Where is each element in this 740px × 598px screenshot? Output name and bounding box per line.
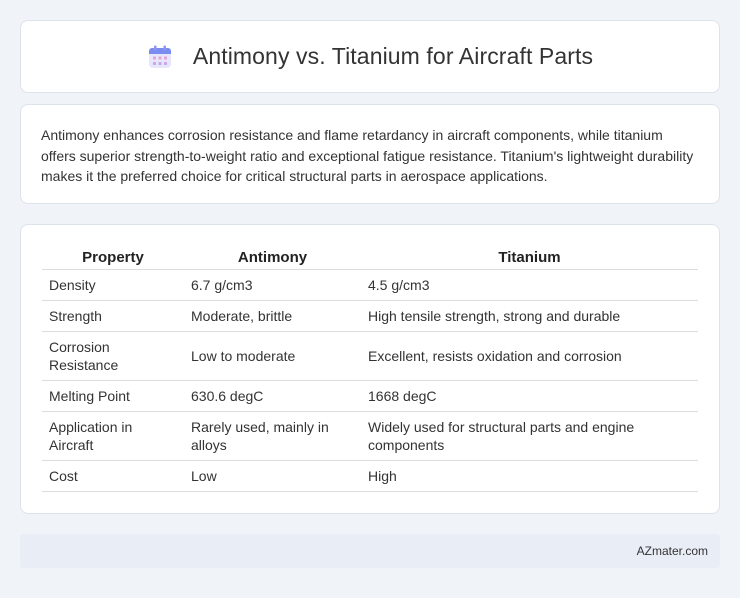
table-row: Corrosion Resistance Low to moderate Exc… <box>42 331 698 381</box>
footer-site-link[interactable]: AZmater.com <box>637 544 708 558</box>
antimony-cell: Low <box>184 460 361 492</box>
titanium-cell: High tensile strength, strong and durabl… <box>361 300 698 332</box>
antimony-cell: 6.7 g/cm3 <box>184 269 361 301</box>
column-header-property: Property <box>42 247 184 270</box>
table-row: Melting Point 630.6 degC 1668 degC <box>42 380 698 412</box>
titanium-cell: 4.5 g/cm3 <box>361 269 698 301</box>
table-row: Strength Moderate, brittle High tensile … <box>42 300 698 332</box>
property-cell: Corrosion Resistance <box>42 331 184 381</box>
property-cell: Application in Aircraft <box>42 411 184 461</box>
property-cell: Density <box>42 269 184 301</box>
antimony-cell: Low to moderate <box>184 331 361 381</box>
antimony-cell: Moderate, brittle <box>184 300 361 332</box>
calendar-icon <box>148 45 171 68</box>
footer: AZmater.com <box>20 534 720 568</box>
titanium-cell: Excellent, resists oxidation and corrosi… <box>361 331 698 381</box>
title-card: Antimony vs. Titanium for Aircraft Parts <box>20 20 720 93</box>
property-cell: Cost <box>42 460 184 492</box>
comparison-table: Property Antimony Titanium Density 6.7 g… <box>42 247 698 492</box>
antimony-cell: 630.6 degC <box>184 380 361 412</box>
property-cell: Melting Point <box>42 380 184 412</box>
table-header-row: Property Antimony Titanium <box>42 247 698 270</box>
table-row: Application in Aircraft Rarely used, mai… <box>42 411 698 461</box>
column-header-antimony: Antimony <box>184 247 361 270</box>
property-cell: Strength <box>42 300 184 332</box>
table-row: Cost Low High <box>42 460 698 492</box>
column-header-titanium: Titanium <box>361 247 698 270</box>
intro-card: Antimony enhances corrosion resistance a… <box>20 104 720 204</box>
antimony-cell: Rarely used, mainly in alloys <box>184 411 361 461</box>
comparison-card: Property Antimony Titanium Density 6.7 g… <box>20 224 720 514</box>
titanium-cell: Widely used for structural parts and eng… <box>361 411 698 461</box>
titanium-cell: High <box>361 460 698 492</box>
intro-paragraph: Antimony enhances corrosion resistance a… <box>41 127 694 184</box>
page: Antimony vs. Titanium for Aircraft Parts… <box>0 0 740 598</box>
page-title: Antimony vs. Titanium for Aircraft Parts <box>192 43 594 69</box>
table-row: Density 6.7 g/cm3 4.5 g/cm3 <box>42 269 698 301</box>
titanium-cell: 1668 degC <box>361 380 698 412</box>
